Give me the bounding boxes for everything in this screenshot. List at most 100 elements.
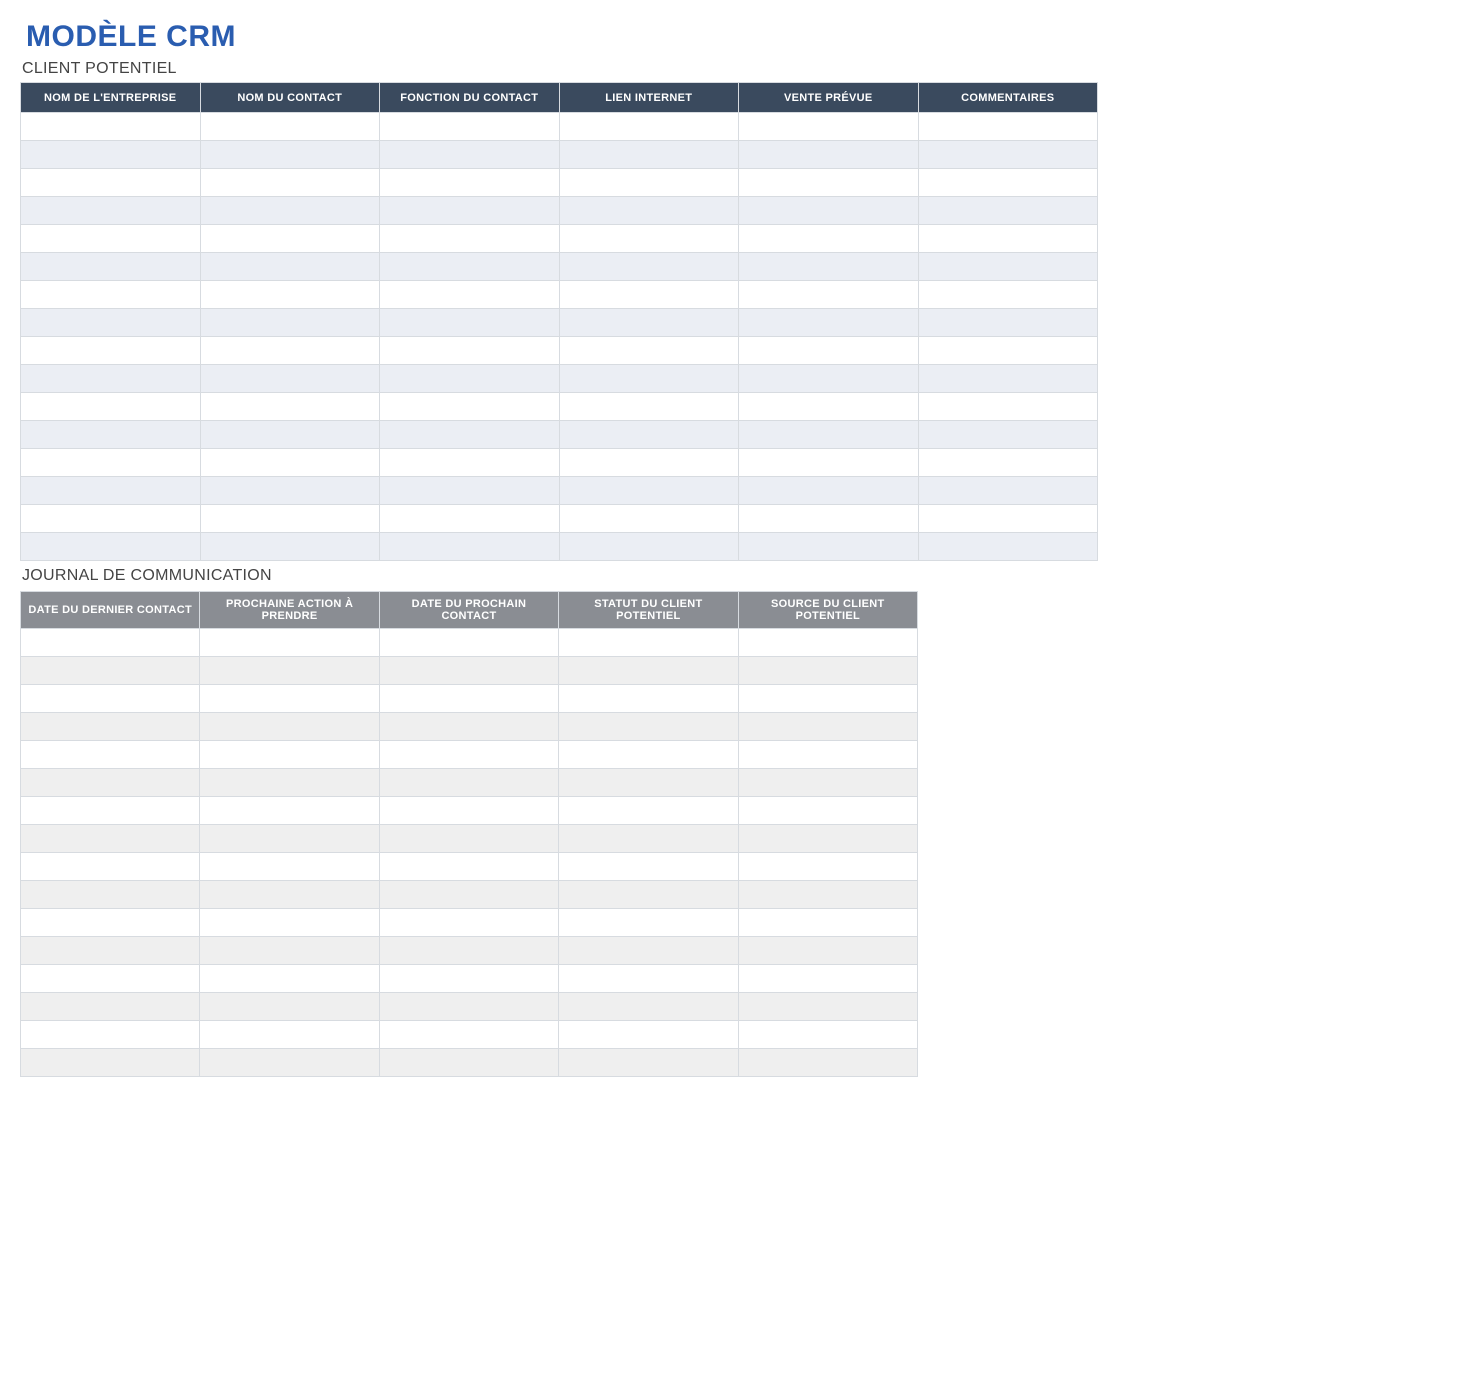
client-row-cell[interactable] [559,505,739,533]
client-row-cell[interactable] [739,533,919,561]
client-row-cell[interactable] [380,309,560,337]
journal-row-cell[interactable] [200,629,379,657]
journal-row-cell[interactable] [738,769,917,797]
journal-row-cell[interactable] [21,797,200,825]
client-row-cell[interactable] [21,505,201,533]
client-row-cell[interactable] [380,225,560,253]
client-row-cell[interactable] [21,421,201,449]
client-row-cell[interactable] [918,253,1098,281]
journal-row-cell[interactable] [21,1049,200,1077]
journal-row-cell[interactable] [21,937,200,965]
client-row-cell[interactable] [21,449,201,477]
journal-row-cell[interactable] [559,825,738,853]
client-row-cell[interactable] [739,421,919,449]
client-row-cell[interactable] [380,365,560,393]
client-row-cell[interactable] [918,421,1098,449]
client-row-cell[interactable] [200,477,380,505]
journal-row-cell[interactable] [200,713,379,741]
client-row-cell[interactable] [918,309,1098,337]
journal-row-cell[interactable] [379,825,558,853]
journal-row-cell[interactable] [200,657,379,685]
journal-row-cell[interactable] [21,853,200,881]
client-row-cell[interactable] [21,141,201,169]
client-row-cell[interactable] [380,421,560,449]
journal-row-cell[interactable] [559,909,738,937]
client-row-cell[interactable] [918,449,1098,477]
client-row-cell[interactable] [380,197,560,225]
client-row-cell[interactable] [739,281,919,309]
client-row-cell[interactable] [21,253,201,281]
client-row-cell[interactable] [21,393,201,421]
client-row-cell[interactable] [559,281,739,309]
journal-row-cell[interactable] [559,937,738,965]
client-row-cell[interactable] [559,225,739,253]
client-row-cell[interactable] [559,309,739,337]
client-row-cell[interactable] [200,253,380,281]
client-row-cell[interactable] [918,477,1098,505]
client-row-cell[interactable] [559,337,739,365]
journal-row-cell[interactable] [559,1049,738,1077]
journal-row-cell[interactable] [200,825,379,853]
client-row-cell[interactable] [918,393,1098,421]
client-row-cell[interactable] [380,393,560,421]
journal-row-cell[interactable] [21,965,200,993]
journal-row-cell[interactable] [559,965,738,993]
client-row-cell[interactable] [21,197,201,225]
journal-row-cell[interactable] [738,741,917,769]
journal-row-cell[interactable] [738,685,917,713]
journal-row-cell[interactable] [21,741,200,769]
journal-row-cell[interactable] [559,657,738,685]
client-row-cell[interactable] [380,281,560,309]
journal-row-cell[interactable] [379,993,558,1021]
client-row-cell[interactable] [918,533,1098,561]
client-row-cell[interactable] [739,393,919,421]
client-row-cell[interactable] [739,337,919,365]
journal-row-cell[interactable] [738,1049,917,1077]
client-row-cell[interactable] [380,169,560,197]
journal-row-cell[interactable] [738,965,917,993]
journal-row-cell[interactable] [21,1021,200,1049]
client-row-cell[interactable] [559,449,739,477]
client-row-cell[interactable] [200,141,380,169]
client-row-cell[interactable] [200,393,380,421]
client-row-cell[interactable] [200,337,380,365]
journal-row-cell[interactable] [200,685,379,713]
journal-row-cell[interactable] [738,853,917,881]
journal-row-cell[interactable] [21,909,200,937]
journal-row-cell[interactable] [738,993,917,1021]
journal-row-cell[interactable] [200,965,379,993]
journal-row-cell[interactable] [559,685,738,713]
journal-row-cell[interactable] [559,853,738,881]
journal-row-cell[interactable] [559,1021,738,1049]
client-row-cell[interactable] [380,505,560,533]
journal-row-cell[interactable] [559,881,738,909]
client-row-cell[interactable] [21,365,201,393]
client-row-cell[interactable] [739,505,919,533]
client-row-cell[interactable] [559,421,739,449]
client-row-cell[interactable] [918,281,1098,309]
journal-row-cell[interactable] [21,657,200,685]
journal-row-cell[interactable] [379,797,558,825]
journal-row-cell[interactable] [738,713,917,741]
client-row-cell[interactable] [200,449,380,477]
client-row-cell[interactable] [21,533,201,561]
client-row-cell[interactable] [380,533,560,561]
client-row-cell[interactable] [918,169,1098,197]
client-row-cell[interactable] [200,281,380,309]
journal-row-cell[interactable] [559,769,738,797]
client-row-cell[interactable] [200,169,380,197]
journal-row-cell[interactable] [21,993,200,1021]
client-row-cell[interactable] [739,477,919,505]
journal-row-cell[interactable] [738,797,917,825]
client-row-cell[interactable] [380,477,560,505]
client-row-cell[interactable] [200,197,380,225]
journal-row-cell[interactable] [21,629,200,657]
client-row-cell[interactable] [21,337,201,365]
journal-row-cell[interactable] [379,741,558,769]
journal-row-cell[interactable] [559,629,738,657]
journal-row-cell[interactable] [738,881,917,909]
client-row-cell[interactable] [918,365,1098,393]
journal-row-cell[interactable] [379,853,558,881]
journal-row-cell[interactable] [21,685,200,713]
journal-row-cell[interactable] [738,657,917,685]
